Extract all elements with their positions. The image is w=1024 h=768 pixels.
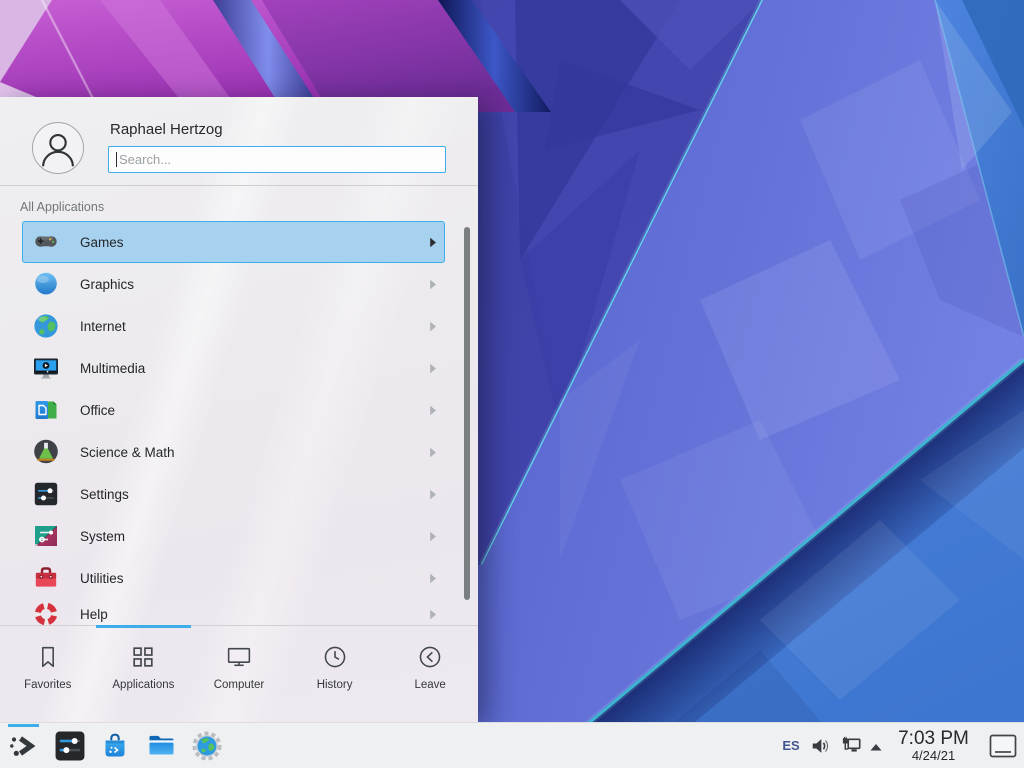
science-math-icon — [32, 438, 60, 466]
scrollbar-thumb[interactable] — [464, 227, 470, 600]
games-icon — [32, 228, 60, 256]
multimedia-icon — [32, 354, 60, 382]
leave-icon — [416, 643, 444, 671]
launcher-active-indicator — [8, 724, 39, 727]
desktop: Raphael Hertzog All Applications Games — [0, 0, 1024, 768]
menu-item-label: Utilities — [80, 571, 124, 586]
menu-item-label: Internet — [80, 319, 126, 334]
network-icon[interactable] — [840, 736, 862, 756]
show-desktop-button[interactable] — [989, 734, 1017, 758]
kickoff-icon — [7, 730, 39, 762]
help-icon — [32, 600, 60, 625]
tab-history[interactable]: History — [287, 629, 383, 722]
system-icon — [32, 522, 60, 550]
tray-expand-arrow-icon[interactable] — [868, 740, 884, 752]
menu-item-games[interactable]: Games — [22, 221, 445, 263]
tab-label: Computer — [214, 679, 265, 691]
submenu-arrow-icon — [429, 405, 437, 416]
taskbar-discover-button[interactable] — [100, 731, 130, 761]
menu-item-label: Settings — [80, 487, 129, 502]
user-avatar[interactable] — [32, 122, 84, 174]
history-icon — [321, 643, 349, 671]
submenu-arrow-icon — [429, 531, 437, 542]
submenu-arrow-icon — [429, 363, 437, 374]
submenu-arrow-icon — [429, 279, 437, 290]
application-category-list: Games Graphics — [0, 221, 478, 625]
kickoff-tabbar: Favorites Applications C — [0, 629, 478, 722]
menu-item-label: Help — [80, 607, 108, 622]
discover-icon — [100, 731, 130, 761]
taskbar-konqueror-button[interactable] — [192, 731, 222, 761]
submenu-arrow-icon — [429, 321, 437, 332]
user-icon — [33, 123, 83, 173]
wired-network-icon — [840, 736, 862, 756]
settings-icon — [32, 480, 60, 508]
menu-item-internet[interactable]: Internet — [22, 305, 445, 347]
computer-icon — [225, 643, 253, 671]
app-launcher-button[interactable] — [7, 730, 39, 762]
menu-item-settings[interactable]: Settings — [22, 473, 445, 515]
digital-clock[interactable]: 7:03 PM 4/24/21 — [891, 729, 976, 763]
search-input[interactable] — [108, 146, 446, 173]
search-field-wrap — [108, 146, 446, 173]
arrow-up-icon — [868, 740, 884, 752]
tab-applications[interactable]: Applications — [96, 629, 192, 722]
graphics-icon — [32, 270, 60, 298]
utilities-icon — [32, 564, 60, 592]
submenu-arrow-icon — [429, 237, 437, 248]
section-label: All Applications — [20, 200, 104, 214]
system-settings-icon — [54, 730, 86, 762]
kickoff-launcher-popup: Raphael Hertzog All Applications Games — [0, 97, 478, 722]
speaker-icon — [810, 736, 830, 756]
konqueror-icon — [192, 731, 222, 761]
menu-item-office[interactable]: Office — [22, 389, 445, 431]
text-caret — [116, 152, 117, 167]
taskbar: ES — [0, 722, 1024, 768]
menu-item-graphics[interactable]: Graphics — [22, 263, 445, 305]
office-icon — [32, 396, 60, 424]
menu-item-utilities[interactable]: Utilities — [22, 557, 445, 599]
menu-item-label: Office — [80, 403, 115, 418]
tab-computer[interactable]: Computer — [191, 629, 287, 722]
menu-item-help[interactable]: Help — [22, 599, 445, 625]
clock-date: 4/24/21 — [912, 749, 955, 763]
active-tab-indicator — [96, 625, 191, 628]
menu-item-science-math[interactable]: Science & Math — [22, 431, 445, 473]
user-name: Raphael Hertzog — [110, 121, 223, 138]
menu-item-label: Graphics — [80, 277, 134, 292]
show-desktop-icon — [989, 734, 1017, 758]
tab-leave[interactable]: Leave — [382, 629, 478, 722]
favorites-icon — [34, 643, 62, 671]
applications-icon — [129, 643, 157, 671]
internet-icon — [32, 312, 60, 340]
menu-item-label: Games — [80, 235, 124, 250]
header-divider — [0, 185, 478, 186]
taskbar-system-settings-button[interactable] — [54, 730, 86, 762]
submenu-arrow-icon — [429, 609, 437, 620]
tab-favorites[interactable]: Favorites — [0, 629, 96, 722]
menu-item-multimedia[interactable]: Multimedia — [22, 347, 445, 389]
menu-item-label: Multimedia — [80, 361, 145, 376]
taskbar-dolphin-button[interactable] — [146, 730, 177, 761]
menu-item-label: System — [80, 529, 125, 544]
tab-label: History — [317, 679, 353, 691]
dolphin-folder-icon — [146, 730, 177, 761]
keyboard-layout-indicator[interactable]: ES — [781, 738, 801, 753]
tab-label: Applications — [112, 679, 174, 691]
system-tray: ES — [781, 723, 1024, 768]
menu-item-system[interactable]: System — [22, 515, 445, 557]
menu-item-label: Science & Math — [80, 445, 175, 460]
submenu-arrow-icon — [429, 573, 437, 584]
submenu-arrow-icon — [429, 447, 437, 458]
clock-time: 7:03 PM — [898, 729, 969, 749]
tab-label: Leave — [415, 679, 446, 691]
submenu-arrow-icon — [429, 489, 437, 500]
volume-icon[interactable] — [810, 736, 830, 756]
tab-label: Favorites — [24, 679, 71, 691]
tabbar-divider — [0, 625, 478, 626]
